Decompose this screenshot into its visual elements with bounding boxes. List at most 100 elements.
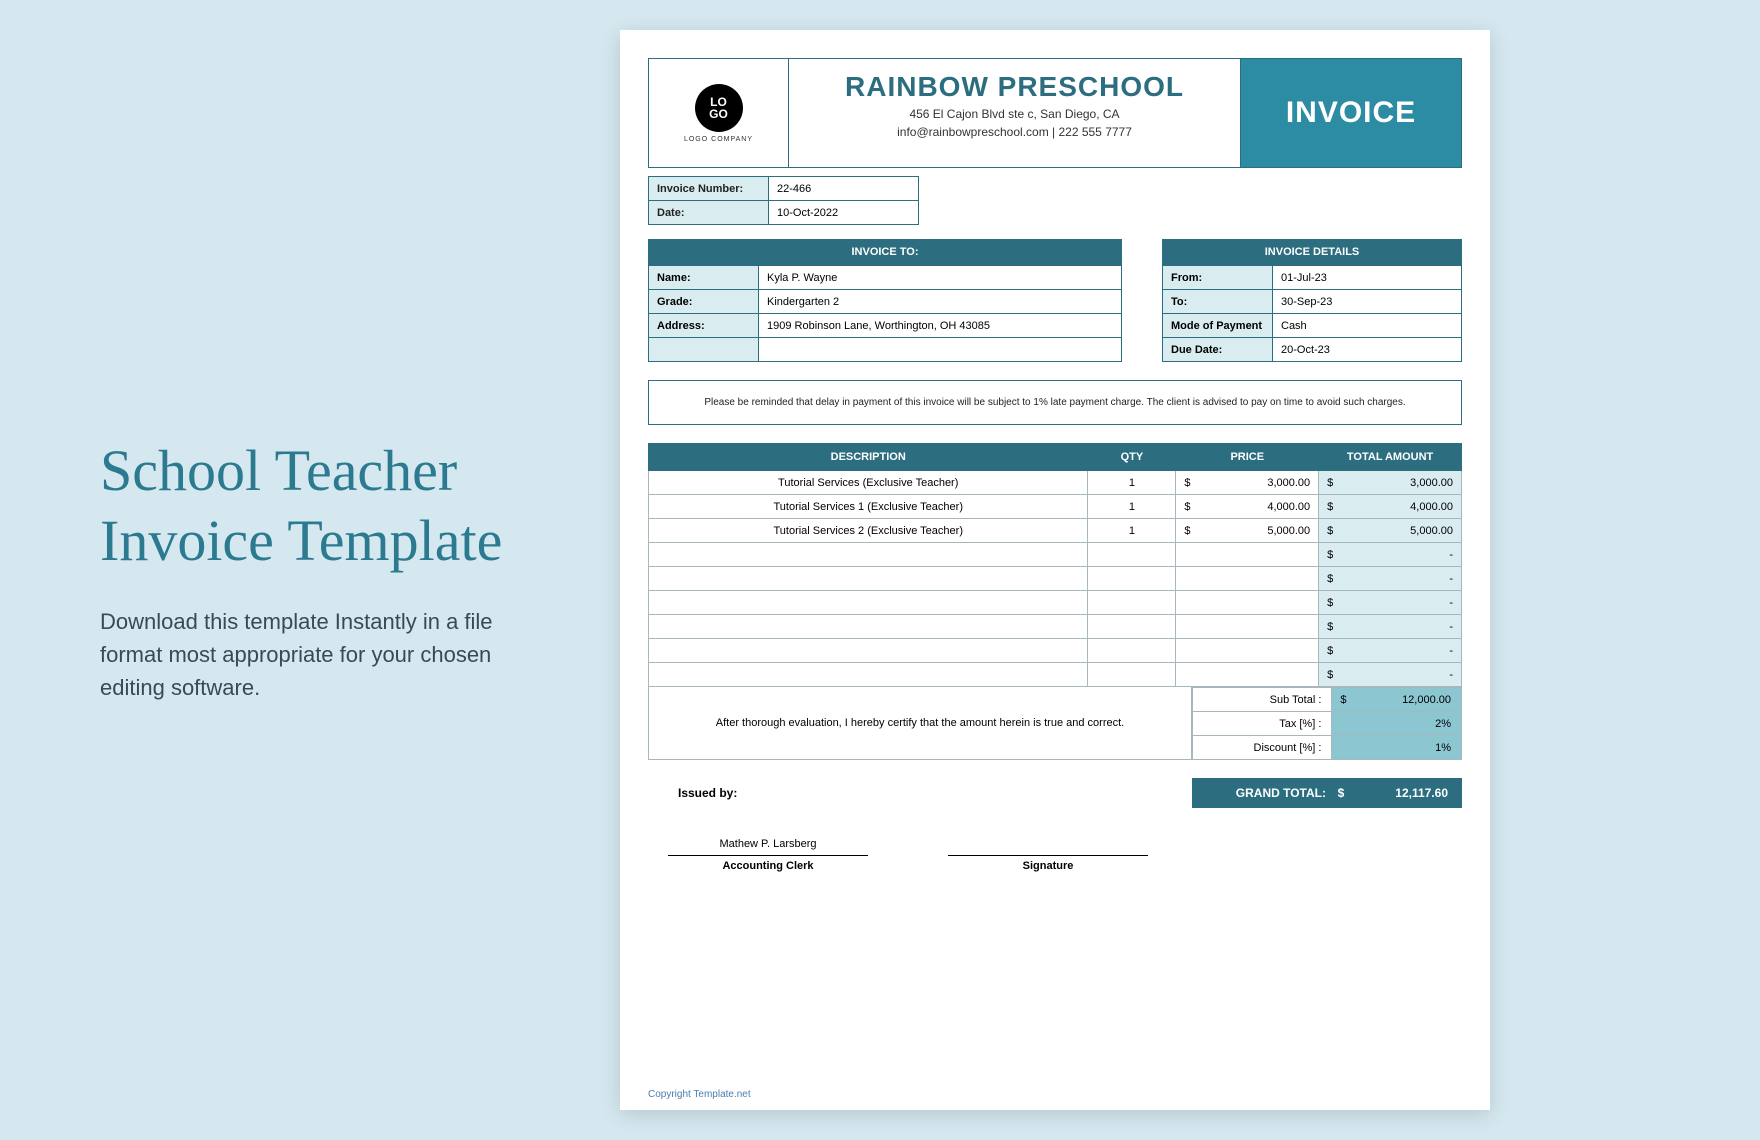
logo-icon: LO GO [695,84,743,132]
item-total: $3,000.00 [1319,471,1462,495]
item-qty [1088,567,1176,591]
item-qty [1088,543,1176,567]
summary-row: After thorough evaluation, I hereby cert… [648,687,1462,760]
invoice-details-block: INVOICE DETAILS From:01-Jul-23 To:30-Sep… [1162,239,1462,362]
document-header: LO GO LOGO COMPANY RAINBOW PRESCHOOL 456… [648,58,1462,168]
item-desc [649,591,1088,615]
title-line-2: Invoice Template [100,508,502,573]
item-desc [649,543,1088,567]
signature-line: Signature [948,838,1148,872]
item-total: $- [1319,615,1462,639]
grand-total-label: GRAND TOTAL: [1206,786,1326,800]
item-price: $3,000.00 [1176,471,1319,495]
col-description: DESCRIPTION [649,444,1088,471]
item-desc [649,639,1088,663]
signatures: Mathew P. Larsberg Accounting Clerk Sign… [648,838,1462,872]
table-row: Tutorial Services (Exclusive Teacher)1$3… [649,471,1462,495]
invoice-document: LO GO LOGO COMPANY RAINBOW PRESCHOOL 456… [620,30,1490,1110]
signature-issuer: Mathew P. Larsberg Accounting Clerk [668,838,868,872]
address-label: Address: [649,314,759,338]
discount-label: Discount [%] : [1193,736,1332,760]
info-columns: INVOICE TO: Name:Kyla P. Wayne Grade:Kin… [648,239,1462,362]
item-desc [649,567,1088,591]
item-qty [1088,615,1176,639]
page-description: Download this template Instantly in a fi… [100,605,540,704]
item-total: $- [1319,639,1462,663]
item-total: $- [1319,543,1462,567]
address-value: 1909 Robinson Lane, Worthington, OH 4308… [759,314,1122,338]
item-total: $- [1319,567,1462,591]
payment-notice: Please be reminded that delay in payment… [648,380,1462,425]
left-panel: School Teacher Invoice Template Download… [0,436,620,704]
table-row: $- [649,591,1462,615]
grand-total: GRAND TOTAL: $ 12,117.60 [1192,778,1462,808]
meta-table: Invoice Number: 22-466 Date: 10-Oct-2022 [648,176,919,225]
invoice-number-label: Invoice Number: [649,177,769,201]
table-row: $- [649,663,1462,687]
tax-label: Tax [%] : [1193,712,1332,736]
item-price: $4,000.00 [1176,495,1319,519]
from-label: From: [1163,266,1273,290]
item-qty: 1 [1088,519,1176,543]
grand-total-currency: $ [1326,786,1356,800]
certification-text: After thorough evaluation, I hereby cert… [648,687,1192,760]
item-desc [649,615,1088,639]
due-value: 20-Oct-23 [1273,338,1462,362]
name-label: Name: [649,266,759,290]
name-value: Kyla P. Wayne [759,266,1122,290]
school-name: RAINBOW PRESCHOOL [799,71,1230,103]
to-value: 30-Sep-23 [1273,290,1462,314]
item-qty [1088,663,1176,687]
copyright-text: Copyright Template.net [648,1089,751,1100]
table-row: $- [649,567,1462,591]
item-qty [1088,639,1176,663]
item-desc: Tutorial Services (Exclusive Teacher) [649,471,1088,495]
invoice-number-value: 22-466 [769,177,919,201]
item-price [1176,591,1319,615]
mode-label: Mode of Payment [1163,314,1273,338]
discount-value: 1% [1332,736,1462,760]
col-total: TOTAL AMOUNT [1319,444,1462,471]
title-line-1: School Teacher [100,438,457,503]
invoice-details-header: INVOICE DETAILS [1162,239,1462,265]
table-row: $- [649,639,1462,663]
item-qty [1088,591,1176,615]
summary-table: Sub Total :$12,000.00 Tax [%] :2% Discou… [1192,687,1462,760]
subtotal-label: Sub Total : [1193,688,1332,712]
mode-value: Cash [1273,314,1462,338]
item-qty: 1 [1088,495,1176,519]
table-row: Tutorial Services 1 (Exclusive Teacher)1… [649,495,1462,519]
issuer-role: Accounting Clerk [668,860,868,872]
grade-value: Kindergarten 2 [759,290,1122,314]
table-row: $- [649,543,1462,567]
logo-container: LO GO LOGO COMPANY [649,59,789,167]
item-total: $5,000.00 [1319,519,1462,543]
item-total: $- [1319,591,1462,615]
tax-value: 2% [1332,712,1462,736]
logo-subtitle: LOGO COMPANY [684,136,753,143]
item-price [1176,639,1319,663]
col-qty: QTY [1088,444,1176,471]
grand-total-row: Issued by: GRAND TOTAL: $ 12,117.60 [648,778,1462,808]
item-total: $4,000.00 [1319,495,1462,519]
blank-value [759,338,1122,362]
school-address: 456 El Cajon Blvd ste c, San Diego, CA [799,107,1230,121]
date-value: 10-Oct-2022 [769,201,919,225]
invoice-to-block: INVOICE TO: Name:Kyla P. Wayne Grade:Kin… [648,239,1122,362]
school-info: RAINBOW PRESCHOOL 456 El Cajon Blvd ste … [789,59,1241,167]
item-desc: Tutorial Services 2 (Exclusive Teacher) [649,519,1088,543]
item-desc [649,663,1088,687]
school-contact: info@rainbowpreschool.com | 222 555 7777 [799,125,1230,139]
col-price: PRICE [1176,444,1319,471]
item-price [1176,567,1319,591]
item-price [1176,663,1319,687]
items-table: DESCRIPTION QTY PRICE TOTAL AMOUNT Tutor… [648,443,1462,687]
item-desc: Tutorial Services 1 (Exclusive Teacher) [649,495,1088,519]
item-price [1176,615,1319,639]
signature-role: Signature [948,860,1148,872]
grand-total-value: 12,117.60 [1356,786,1448,800]
date-label: Date: [649,201,769,225]
to-label: To: [1163,290,1273,314]
table-row: $- [649,615,1462,639]
from-value: 01-Jul-23 [1273,266,1462,290]
